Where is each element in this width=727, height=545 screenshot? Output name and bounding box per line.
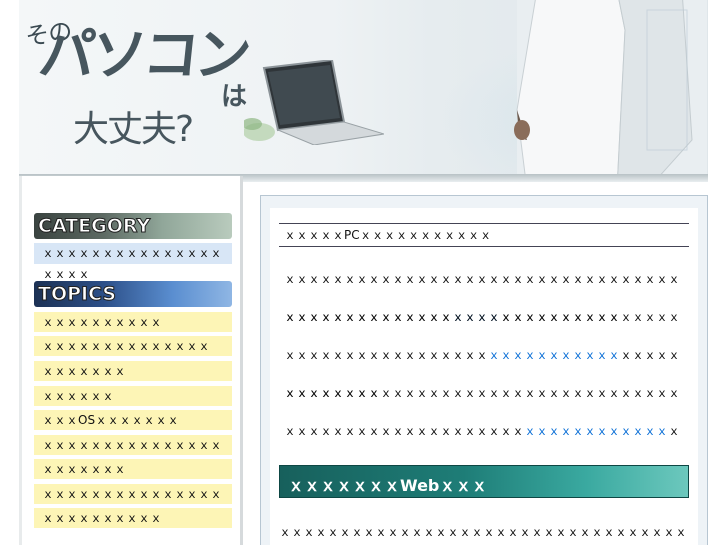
topic-item[interactable]: ｘｘｘｘｘｘｘｘｘｘｘｘｘｘ bbox=[34, 336, 232, 356]
topic-item[interactable]: ｘｘｘｘｘｘ bbox=[34, 386, 232, 406]
inline-link[interactable]: ｘｘｘｘｘｘｘｘｘｘｘｘ bbox=[524, 424, 668, 438]
topic-item[interactable]: ｘｘｘｘｘｘｘｘｘｘｘｘｘｘｘｘ bbox=[34, 435, 232, 472]
section-heading-banner: ｘｘｘｘｘｘｘWebｘｘｘ bbox=[279, 465, 689, 498]
topic-item[interactable]: ｘｘｘOSｘｘｘｘｘｘｘ bbox=[34, 410, 232, 430]
topics-heading: TOPICS bbox=[34, 281, 232, 307]
article-title: ｘｘｘｘｘPCｘｘｘｘｘｘｘｘｘｘｘ bbox=[279, 223, 689, 247]
topic-item[interactable]: ｘｘｘｘｘｘｘｘｘｘ bbox=[34, 508, 232, 528]
topic-item[interactable]: ｘｘｘｘｘｘｘ bbox=[34, 361, 232, 381]
inline-link[interactable]: ｘｘｘｘｘｘｘｘｘｘｘ bbox=[488, 348, 620, 362]
section-paragraph: ｘｘｘｘｘｘｘｘｘｘｘｘｘｘｘｘｘｘｘｘｘｘｘｘｘｘｘｘｘｘｘｘｘｘｘｘｘｘｘｘ… bbox=[279, 525, 689, 539]
laptop-illustration bbox=[244, 60, 384, 145]
topic-item[interactable]: ｘｘｘｘｘｘｘｘｘｘ bbox=[34, 312, 232, 332]
site-header-banner: その パソコン は 大丈夫? bbox=[19, 0, 708, 176]
topic-item[interactable]: ｘｘｘｘｘｘｘ bbox=[34, 459, 232, 479]
topic-item[interactable]: ｘｘｘｘｘｘｘｘｘｘｘｘｘｘｘｘｘｘ bbox=[34, 484, 232, 521]
section-heading: ｘｘｘｘｘｘｘWebｘｘｘ bbox=[288, 476, 488, 495]
category-item[interactable]: ｘｘｘｘｘｘｘｘｘｘｘｘｘｘｘｘｘｘｘ bbox=[34, 243, 232, 281]
paragraph-text: ｘｘ bbox=[620, 348, 645, 362]
category-heading-label: CATEGORY bbox=[37, 215, 151, 238]
category-heading: CATEGORY bbox=[34, 213, 232, 239]
doctor-illustration bbox=[514, 0, 707, 176]
topics-heading-label: TOPICS bbox=[37, 283, 117, 306]
site-title-main: パソコン bbox=[35, 23, 251, 88]
site-title-sub: 大丈夫? bbox=[73, 109, 194, 150]
